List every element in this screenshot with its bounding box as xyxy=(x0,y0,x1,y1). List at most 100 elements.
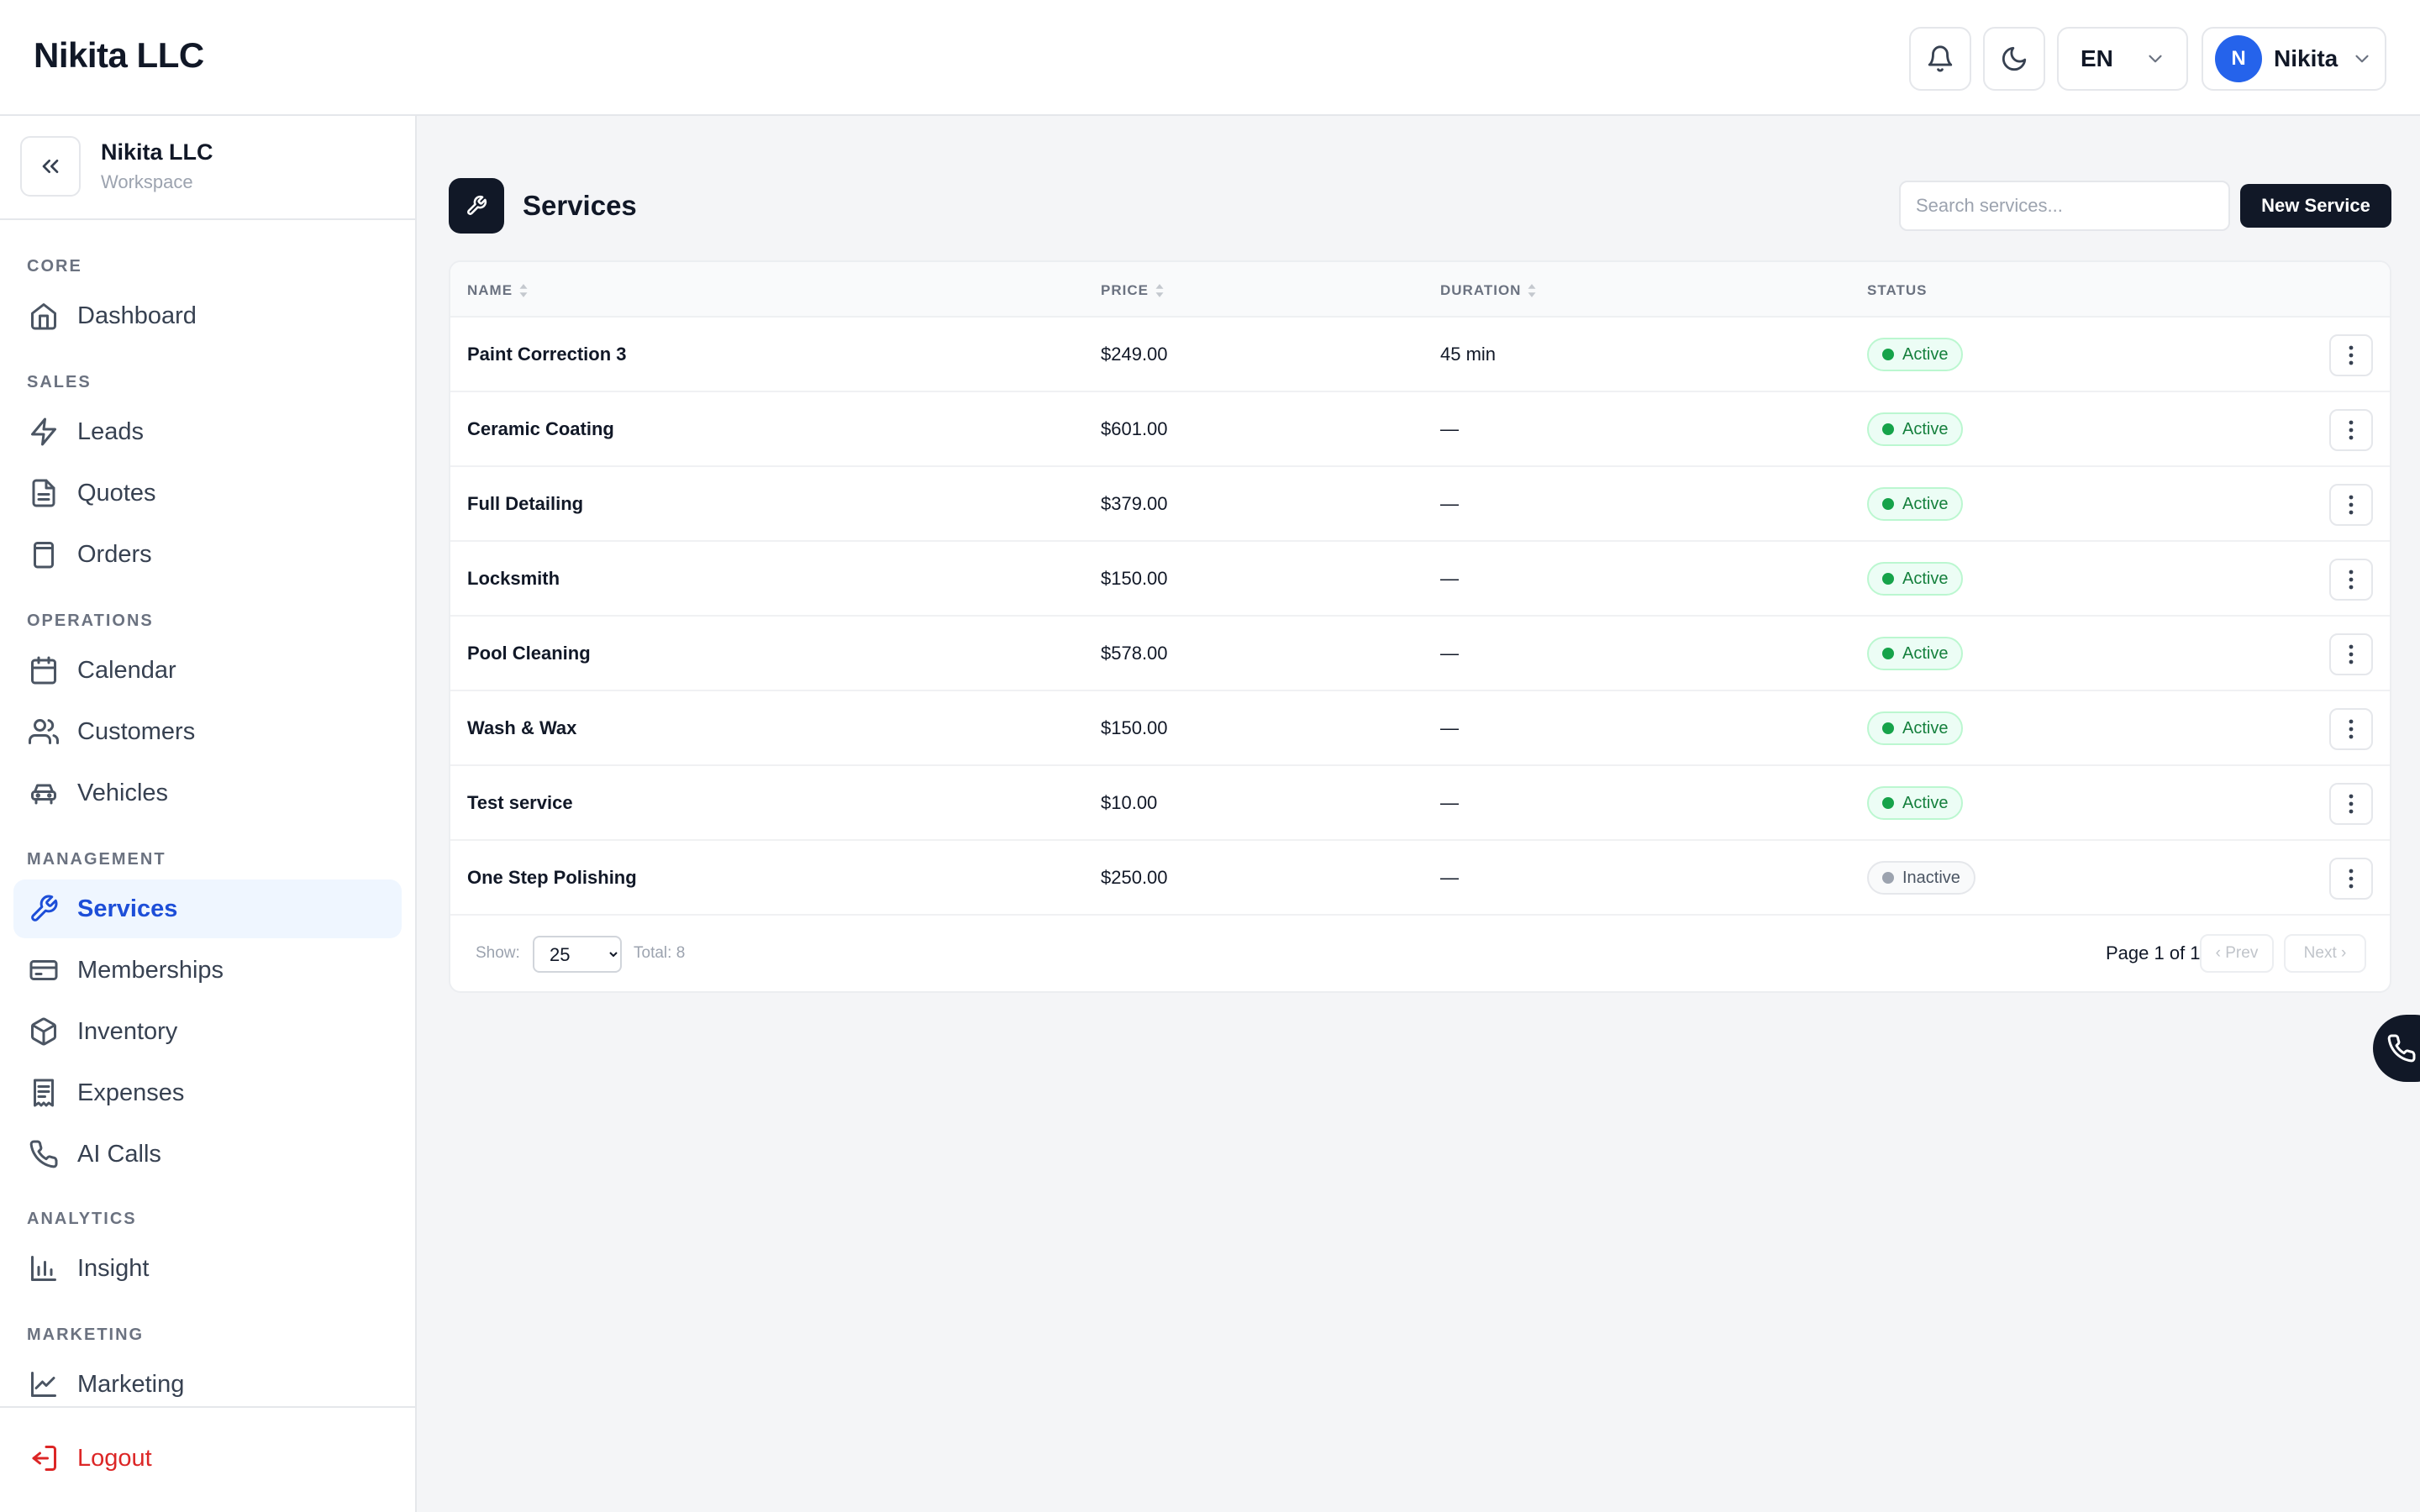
more-vertical-icon xyxy=(2349,495,2354,515)
table-row[interactable]: Full Detailing $379.00 — Active xyxy=(450,467,2390,542)
sidebar-item-label: Leads xyxy=(77,417,145,445)
sidebar-item-memberships[interactable]: Memberships xyxy=(13,941,402,1000)
sidebar-item-label: AI Calls xyxy=(77,1140,161,1168)
sidebar-item-leads[interactable]: Leads xyxy=(13,402,402,461)
service-price: $249.00 xyxy=(1101,344,1168,365)
row-actions-button[interactable] xyxy=(2329,708,2373,750)
section-management: MANAGEMENT xyxy=(27,850,166,869)
status-dot-icon xyxy=(1882,573,1894,585)
sidebar-item-insight[interactable]: Insight xyxy=(13,1239,402,1298)
service-name: Pool Cleaning xyxy=(467,643,591,664)
service-duration: — xyxy=(1440,792,1459,813)
receipt-icon xyxy=(34,1079,54,1107)
wrench-icon xyxy=(467,195,487,215)
page-title: Services xyxy=(523,190,637,221)
services-table: NAME PRICE DURATION STATUS Paint Correct… xyxy=(449,260,2391,993)
row-actions-button[interactable] xyxy=(2329,559,2373,601)
user-menu[interactable]: N Nikita xyxy=(2202,27,2386,91)
sidebar-item-label: Inventory xyxy=(77,1017,178,1045)
sidebar-item-expenses[interactable]: Expenses xyxy=(13,1063,402,1122)
collapse-sidebar-button[interactable] xyxy=(20,136,81,197)
file-icon xyxy=(32,479,55,507)
table-row[interactable]: One Step Polishing $250.00 — Inactive xyxy=(450,841,2390,916)
language-selector[interactable]: EN xyxy=(2057,27,2188,91)
column-header-name[interactable]: NAME xyxy=(467,282,529,299)
sidebar-item-inventory[interactable]: Inventory xyxy=(13,1002,402,1061)
sidebar-item-dashboard[interactable]: Dashboard xyxy=(13,286,402,345)
section-analytics: ANALYTICS xyxy=(27,1210,137,1228)
double-chevron-left-icon xyxy=(42,160,59,173)
section-marketing: MARKETING xyxy=(27,1326,145,1344)
sidebar-item-services[interactable]: Services xyxy=(13,879,402,938)
column-header-status: STATUS xyxy=(1867,282,1927,299)
user-name: Nikita xyxy=(2274,45,2338,71)
next-page-button[interactable]: Next › xyxy=(2284,934,2366,973)
status-badge: Active xyxy=(1867,711,1964,745)
bell-icon xyxy=(1928,45,1953,72)
sidebar-item-label: Memberships xyxy=(77,956,224,984)
service-duration: — xyxy=(1440,568,1459,589)
status-label: Active xyxy=(1902,569,1949,588)
sort-icon xyxy=(1155,284,1164,297)
table-row[interactable]: Pool Cleaning $578.00 — Active xyxy=(450,617,2390,691)
row-actions-button[interactable] xyxy=(2329,633,2373,675)
prev-page-button[interactable]: ‹ Prev xyxy=(2200,934,2274,973)
sidebar-item-quotes[interactable]: Quotes xyxy=(13,464,402,522)
service-price: $250.00 xyxy=(1101,867,1168,888)
moon-icon xyxy=(2002,46,2027,71)
language-label: EN xyxy=(2081,45,2113,71)
row-actions-button[interactable] xyxy=(2329,409,2373,451)
service-name: One Step Polishing xyxy=(467,867,637,888)
card-icon xyxy=(29,960,58,980)
sidebar-item-vehicles[interactable]: Vehicles xyxy=(13,764,402,822)
more-vertical-icon xyxy=(2349,869,2354,889)
total-count: Total: 8 xyxy=(634,944,686,962)
sidebar-item-label: Expenses xyxy=(77,1079,185,1106)
more-vertical-icon xyxy=(2349,719,2354,739)
row-actions-button[interactable] xyxy=(2329,484,2373,526)
notifications-button[interactable] xyxy=(1909,27,1971,91)
table-row[interactable]: Locksmith $150.00 — Active xyxy=(450,542,2390,617)
status-dot-icon xyxy=(1882,648,1894,659)
service-price: $150.00 xyxy=(1101,568,1168,589)
more-vertical-icon xyxy=(2349,570,2354,590)
call-fab-button[interactable] xyxy=(2373,1015,2420,1082)
column-header-duration[interactable]: DURATION xyxy=(1440,282,1538,299)
row-actions-button[interactable] xyxy=(2329,334,2373,376)
phone-icon xyxy=(29,1140,58,1168)
workspace-header: Nikita LLC Workspace xyxy=(0,116,415,220)
table-row[interactable]: Test service $10.00 — Active xyxy=(450,766,2390,841)
table-row[interactable]: Ceramic Coating $601.00 — Active xyxy=(450,392,2390,467)
row-actions-button[interactable] xyxy=(2329,858,2373,900)
sidebar-item-ai-calls[interactable]: AI Calls xyxy=(13,1125,402,1184)
table-row[interactable]: Paint Correction 3 $249.00 45 min Active xyxy=(450,318,2390,392)
sidebar-item-customers[interactable]: Customers xyxy=(13,702,402,761)
sidebar-item-calendar[interactable]: Calendar xyxy=(13,641,402,700)
row-actions-button[interactable] xyxy=(2329,783,2373,825)
status-label: Active xyxy=(1902,718,1949,738)
service-duration: — xyxy=(1440,418,1459,439)
theme-toggle-button[interactable] xyxy=(1983,27,2045,91)
logout-button[interactable]: Logout xyxy=(13,1429,402,1488)
calendar-icon xyxy=(31,656,56,685)
table-row[interactable]: Wash & Wax $150.00 — Active xyxy=(450,691,2390,766)
status-badge: Active xyxy=(1867,338,1964,371)
column-label: DURATION xyxy=(1440,282,1522,298)
column-header-price[interactable]: PRICE xyxy=(1101,282,1165,299)
sidebar-item-label: Marketing xyxy=(77,1370,185,1398)
status-badge: Active xyxy=(1867,487,1964,521)
search-input[interactable] xyxy=(1899,181,2230,231)
page-size-select[interactable]: 102550100 xyxy=(533,936,622,973)
column-label: NAME xyxy=(467,282,513,298)
section-core: CORE xyxy=(27,257,82,276)
service-price: $379.00 xyxy=(1101,493,1168,514)
phone-icon xyxy=(2387,1034,2416,1063)
sidebar-item-orders[interactable]: Orders xyxy=(13,525,402,584)
clipboard-icon xyxy=(34,542,54,569)
sidebar-item-marketing[interactable]: Marketing xyxy=(13,1355,402,1414)
table-footer: Show: 102550100 Total: 8 Page 1 of 1 ‹ P… xyxy=(450,916,2390,991)
new-service-button[interactable]: New Service xyxy=(2240,184,2391,228)
top-header: Nikita LLC EN N Nikita xyxy=(0,0,2420,116)
wrench-icon xyxy=(31,895,58,921)
service-duration: — xyxy=(1440,643,1459,664)
